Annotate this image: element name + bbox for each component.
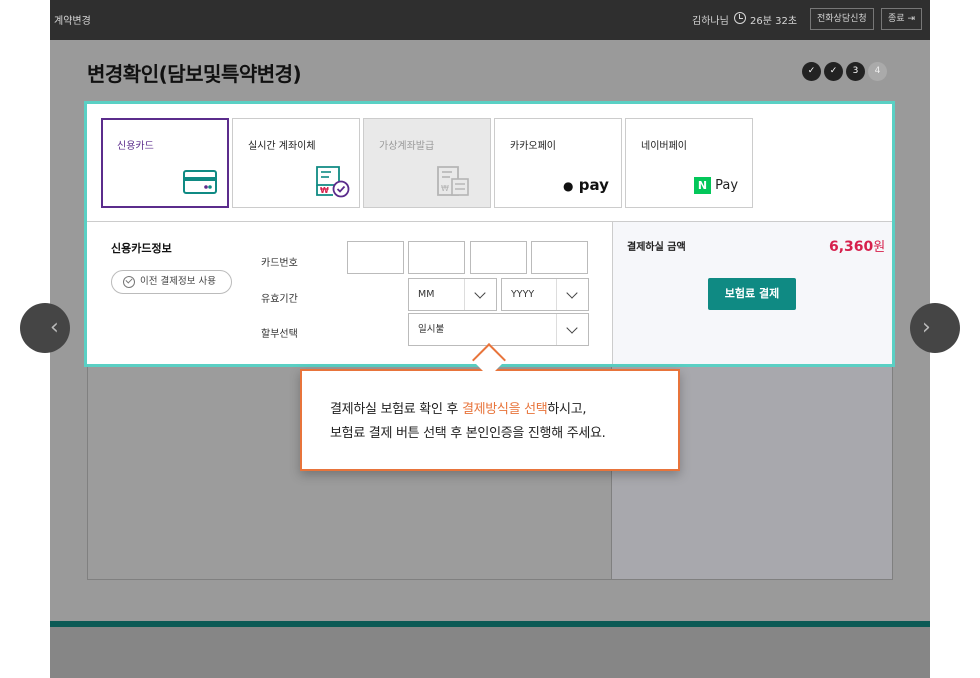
method-label: 신용카드 [117,141,154,152]
chevron-right-icon: › [922,315,931,340]
expiry-year-select[interactable]: YYYY [501,278,589,311]
speech-bubble-icon: ● [563,179,574,193]
naverpay-logo-text: Pay [715,178,739,193]
prev-arrow-button[interactable]: ‹ [20,303,70,353]
expiry-year-value: YYYY [511,289,535,300]
installment-select[interactable]: 일시불 [408,313,589,346]
payment-highlight-box: 신용카드 실시간 계좌이체 ₩ 가상계좌발급 ₩ 카카오페이 ● pay 네이버… [84,101,895,367]
tooltip-line-2: 보험료 결제 버튼 선택 후 본인인증을 진행해 주세요. [330,426,606,441]
svg-text:₩: ₩ [320,186,329,195]
method-label: 실시간 계좌이체 [248,141,316,152]
payment-method-list: 신용카드 실시간 계좌이체 ₩ 가상계좌발급 ₩ 카카오페이 ● pay 네이버… [101,118,753,208]
amount-unit: 원 [873,240,886,255]
amount-value: 6,360원 [829,236,885,255]
expiry-label: 유효기간 [261,294,298,305]
credit-card-icon [183,170,217,194]
method-naverpay[interactable]: 네이버페이 N Pay [625,118,753,208]
amount-label: 결제하실 금액 [627,242,686,253]
naver-n-icon: N [694,177,711,194]
guide-tooltip: 결제하실 보험료 확인 후 결제방식을 선택하시고, 보험료 결제 버튼 선택 … [300,369,680,471]
card-number-label: 카드번호 [261,258,298,269]
method-label: 네이버페이 [641,141,687,152]
chevron-left-icon: ‹ [50,315,59,340]
chevron-down-icon [556,279,588,310]
virtual-account-icon: ₩ [437,166,469,196]
use-previous-info-button[interactable]: 이전 결제정보 사용 [111,270,232,294]
next-arrow-button[interactable]: › [910,303,960,353]
step-3: 3 [846,62,865,81]
phone-consult-button[interactable]: 전화상담신청 [810,8,874,30]
tooltip-highlight: 결제방식을 선택 [461,402,548,417]
logout-icon: ⇥ [907,14,915,24]
check-circle-icon [123,276,135,288]
step-4: 4 [868,62,887,81]
clock-icon [734,12,746,24]
tooltip-line-1: 결제하실 보험료 확인 후 결제방식을 선택하시고, [330,398,678,422]
card-number-input-3[interactable] [470,241,527,274]
expiry-month-select[interactable]: MM [408,278,497,311]
tooltip-text: 하시고, [547,402,587,417]
step-indicator: ✓ ✓ 3 4 [802,62,887,81]
footer-band [50,627,930,678]
chevron-down-icon [556,314,588,345]
method-bank-transfer[interactable]: 실시간 계좌이체 ₩ [232,118,360,208]
page-title: 변경확인(담보및특약변경) [87,62,302,86]
column-divider [612,221,613,364]
prev-info-label: 이전 결제정보 사용 [140,276,216,287]
amount-number: 6,360 [829,239,874,255]
app-title: 계약변경 [54,16,91,27]
step-2: ✓ [824,62,843,81]
card-info-title: 신용카드정보 [111,242,172,255]
kakaopay-logo-text: pay [578,176,609,194]
method-credit-card[interactable]: 신용카드 [101,118,229,208]
method-label: 가상계좌발급 [379,141,435,152]
method-virtual-account[interactable]: 가상계좌발급 ₩ [363,118,491,208]
card-number-input-1[interactable] [347,241,404,274]
pay-premium-button[interactable]: 보험료 결제 [708,278,796,310]
tooltip-text: 결제하실 보험료 확인 후 [330,402,462,417]
method-label: 카카오페이 [510,141,556,152]
card-number-input-4[interactable] [531,241,588,274]
installment-value: 일시불 [418,324,445,335]
svg-text:₩: ₩ [441,184,449,193]
session-timer: 26분 32초 [750,16,798,27]
chevron-down-icon [464,279,496,310]
method-kakaopay[interactable]: 카카오페이 ● pay [494,118,622,208]
exit-label: 종료 [888,14,905,24]
naverpay-logo: N Pay [694,177,738,194]
installment-label: 할부선택 [261,329,298,340]
user-name: 김하나님 [692,16,729,27]
step-1: ✓ [802,62,821,81]
card-number-input-2[interactable] [408,241,465,274]
expiry-month-value: MM [418,289,435,300]
kakaopay-logo: ● pay [563,176,609,194]
bank-transfer-icon: ₩ [316,166,350,198]
top-bar: 계약변경 김하나님 26분 32초 전화상담신청 종료 ⇥ [50,0,930,40]
exit-button[interactable]: 종료 ⇥ [881,8,922,30]
